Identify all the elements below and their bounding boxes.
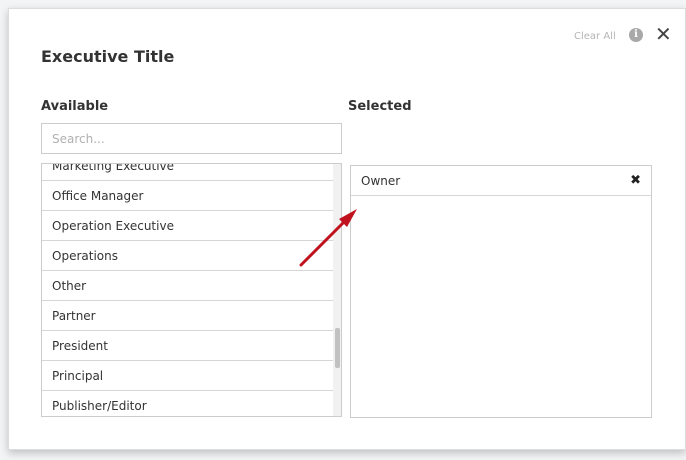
info-icon[interactable]: i <box>629 28 643 42</box>
list-item-marketing-executive[interactable]: Marketing Executive <box>42 164 334 181</box>
available-list: Marketing Executive Office Manager Opera… <box>41 163 342 417</box>
available-list-scrollbar[interactable] <box>333 164 341 416</box>
list-item-operation-executive[interactable]: Operation Executive <box>42 211 334 241</box>
selected-item-owner[interactable]: Owner ✖ <box>351 166 651 196</box>
search-input[interactable] <box>41 123 342 154</box>
list-item-principal[interactable]: Principal <box>42 361 334 391</box>
close-icon[interactable]: ✕ <box>655 24 672 44</box>
list-item-partner[interactable]: Partner <box>42 301 334 331</box>
list-item-president[interactable]: President <box>42 331 334 361</box>
selected-label: Selected <box>348 99 412 114</box>
list-item-other[interactable]: Other <box>42 271 334 301</box>
clear-all-link[interactable]: Clear All <box>574 31 616 42</box>
list-item-office-manager[interactable]: Office Manager <box>42 181 334 211</box>
executive-title-dialog: Executive Title Clear All i ✕ Available … <box>8 8 686 450</box>
dialog-title: Executive Title <box>41 47 175 66</box>
list-item-operations[interactable]: Operations <box>42 241 334 271</box>
selected-item-label: Owner <box>361 174 401 188</box>
available-label: Available <box>41 99 109 114</box>
selected-list: Owner ✖ <box>350 165 652 418</box>
remove-icon[interactable]: ✖ <box>630 166 641 196</box>
scrollbar-thumb[interactable] <box>335 328 340 368</box>
list-item-publisher-editor[interactable]: Publisher/Editor <box>42 391 334 416</box>
